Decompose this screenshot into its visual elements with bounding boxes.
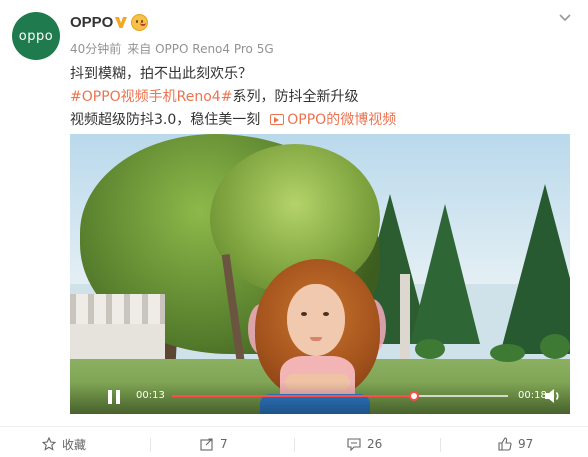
avatar[interactable]: oppo [12, 12, 60, 60]
video-progress-track[interactable] [172, 391, 508, 401]
video-total-time: 00:18 [518, 390, 547, 401]
video-progress-fill [172, 395, 414, 397]
video-current-time: 00:13 [136, 390, 165, 401]
video-girl-eye [301, 312, 307, 316]
video-link-icon [270, 114, 285, 125]
topic-link[interactable]: #OPPO视频手机Reno4# [70, 89, 232, 105]
volume-icon[interactable] [544, 388, 562, 404]
action-separator [294, 438, 295, 452]
pause-icon[interactable] [108, 390, 120, 404]
comment-count: 26 [367, 437, 383, 451]
username[interactable]: OPPO [70, 14, 113, 31]
star-icon [42, 437, 56, 451]
video-railing [70, 294, 165, 324]
forward-icon [200, 438, 213, 451]
video-girl-eye [323, 312, 329, 316]
post-text-line-2-rest: 系列，防抖全新升级 [232, 89, 359, 105]
like-count: 97 [518, 437, 534, 451]
weibo-post-card: oppo OPPO 40分钟前 来自 OPPO Reno4 Pro 5G 抖到模糊… [0, 0, 588, 457]
comment-icon [347, 438, 361, 451]
action-bar-divider [0, 426, 588, 427]
video-pine-tree [410, 204, 480, 344]
video-progress-thumb[interactable] [408, 391, 419, 401]
action-separator [150, 438, 151, 452]
chevron-down-icon[interactable] [558, 10, 572, 24]
favorite-label: 收藏 [62, 437, 87, 452]
post-text-line-2: #OPPO视频手机Reno4#系列，防抖全新升级 [70, 86, 358, 106]
like-button[interactable]: 97 [498, 434, 533, 454]
forward-button[interactable]: 7 [200, 434, 228, 454]
favorite-button[interactable]: 收藏 [42, 434, 86, 454]
post-time[interactable]: 40分钟前 [70, 42, 121, 56]
action-separator [440, 438, 441, 452]
post-text-line-3: 视频超级防抖3.0，稳住美一刻 OPPO的微博视频 [70, 109, 396, 129]
post-text-line-3-text: 视频超级防抖3.0，稳住美一刻 [70, 112, 261, 128]
video-bush [490, 344, 525, 362]
verified-v-icon [115, 17, 127, 28]
video-player[interactable]: 00:13 00:18 [70, 134, 570, 414]
avatar-logo-text: oppo [18, 28, 54, 44]
thumbs-up-icon [498, 437, 512, 451]
video-girl-face [287, 284, 345, 356]
forward-count: 7 [220, 437, 228, 451]
post-source[interactable]: 来自 OPPO Reno4 Pro 5G [127, 42, 273, 56]
comment-button[interactable]: 26 [347, 434, 382, 454]
video-pine-tree [500, 184, 570, 354]
post-meta: 40分钟前 来自 OPPO Reno4 Pro 5G [70, 40, 274, 57]
video-bush [415, 339, 445, 359]
video-bush [540, 334, 570, 359]
video-source-link[interactable]: OPPO的微博视频 [287, 112, 396, 128]
post-text-line-1: 抖到模糊，拍不出此刻欢乐？ [70, 66, 252, 82]
